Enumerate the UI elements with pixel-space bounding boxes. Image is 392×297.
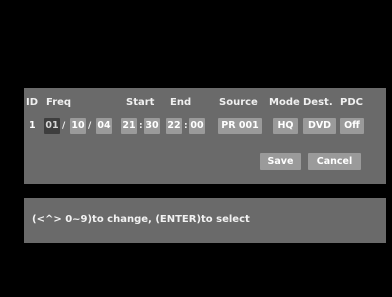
- end-minute-field[interactable]: 00: [189, 118, 205, 134]
- timer-entry-row: 1 01 / 10 / 04 21 : 30 22 : 00 PR 001 HQ…: [24, 118, 386, 134]
- col-end: End: [170, 97, 192, 108]
- timer-edit-panel: ID Freq Start End Source Mode Dest. PDC …: [24, 88, 386, 184]
- col-freq: Freq: [46, 97, 72, 108]
- col-id: ID: [26, 97, 39, 108]
- entry-id: 1: [29, 120, 36, 131]
- time-separator: :: [139, 121, 143, 131]
- col-dest: Dest.: [303, 97, 333, 108]
- start-hour-field[interactable]: 21: [121, 118, 137, 134]
- cancel-button[interactable]: Cancel: [308, 153, 361, 170]
- help-bar: (<^> 0~9)to change, (ENTER)to select: [24, 198, 386, 243]
- time-separator: :: [184, 121, 188, 131]
- col-pdc: PDC: [340, 97, 363, 108]
- month-field[interactable]: 10: [70, 118, 86, 134]
- column-header: ID Freq Start End Source Mode Dest. PDC: [24, 97, 386, 111]
- mode-field[interactable]: HQ: [273, 118, 298, 134]
- start-minute-field[interactable]: 30: [144, 118, 160, 134]
- col-mode: Mode: [269, 97, 300, 108]
- source-field[interactable]: PR 001: [218, 118, 262, 134]
- destination-field[interactable]: DVD: [303, 118, 336, 134]
- date-separator: /: [62, 121, 66, 131]
- date-separator: /: [88, 121, 92, 131]
- save-button[interactable]: Save: [260, 153, 301, 170]
- end-hour-field[interactable]: 22: [166, 118, 182, 134]
- col-source: Source: [219, 97, 258, 108]
- year-field[interactable]: 04: [96, 118, 112, 134]
- help-text: (<^> 0~9)to change, (ENTER)to select: [32, 214, 250, 225]
- day-field[interactable]: 01: [44, 118, 60, 134]
- pdc-field[interactable]: Off: [340, 118, 364, 134]
- col-start: Start: [126, 97, 155, 108]
